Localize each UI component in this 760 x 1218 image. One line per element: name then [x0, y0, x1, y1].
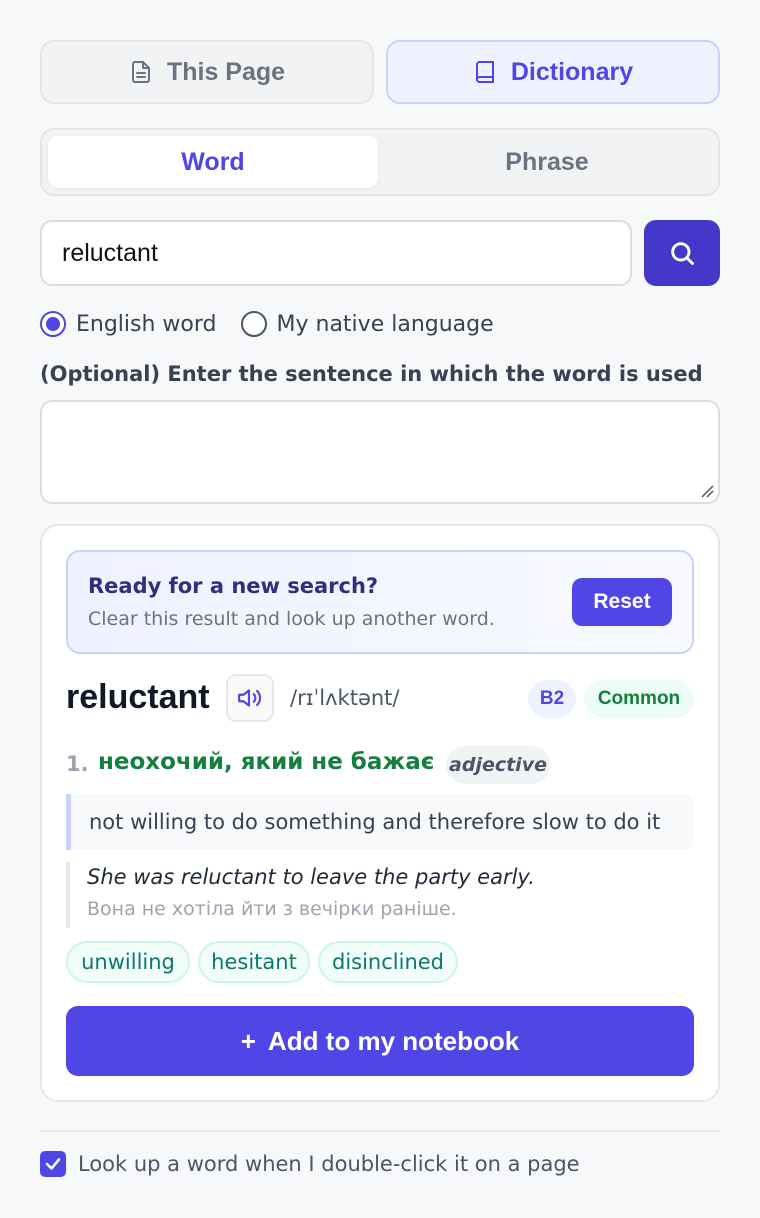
- segment-word[interactable]: Word: [48, 136, 378, 188]
- radio-english-word-indicator[interactable]: [40, 311, 66, 337]
- synonym-chip[interactable]: unwilling: [66, 941, 190, 983]
- tab-this-page-label: This Page: [166, 57, 286, 86]
- word-phrase-toggle: Word Phrase: [40, 128, 720, 196]
- tab-dictionary[interactable]: Dictionary: [386, 40, 720, 104]
- radio-english-word-label: English word: [76, 311, 217, 337]
- speaker-icon: [238, 689, 262, 707]
- radio-native-language-indicator[interactable]: [240, 311, 267, 337]
- synonym-chip[interactable]: disinclined: [318, 941, 458, 983]
- example-translation: Вона не хотіла йти з вечірки раніше.: [87, 898, 457, 920]
- search-input[interactable]: [40, 220, 632, 286]
- part-of-speech-badge: adjective: [446, 746, 550, 784]
- sentence-textarea[interactable]: [40, 400, 720, 504]
- tab-this-page[interactable]: This Page: [40, 40, 374, 104]
- reset-button[interactable]: Reset: [572, 578, 672, 626]
- example-block: She was reluctant to leave the party ear…: [66, 862, 694, 928]
- synonym-chip[interactable]: hesitant: [198, 941, 310, 983]
- definition-text: not willing to do something and therefor…: [89, 810, 661, 834]
- tab-dictionary-label: Dictionary: [510, 57, 634, 86]
- headword: reluctant: [66, 678, 210, 716]
- search-icon: [671, 242, 694, 265]
- book-icon: [475, 61, 494, 83]
- radio-native-language-label: My native language: [276, 311, 494, 337]
- resize-grip-icon[interactable]: [700, 484, 714, 498]
- definition: not willing to do something and therefor…: [66, 794, 694, 850]
- plus-icon: +: [240, 1025, 256, 1056]
- language-radio-group: English word My native language: [40, 308, 518, 340]
- checkmark-icon: [45, 1158, 61, 1170]
- sense-translation: неохочий, який не бажає: [98, 749, 435, 775]
- segment-phrase[interactable]: Phrase: [382, 136, 712, 188]
- banner-subtitle: Clear this result and look up another wo…: [88, 608, 495, 630]
- frequency-badge: Common: [584, 680, 694, 718]
- add-to-notebook-label: Add to my notebook: [267, 1025, 520, 1056]
- radio-english-word[interactable]: English word: [40, 311, 217, 337]
- radio-native-language[interactable]: My native language: [240, 311, 494, 337]
- search-button[interactable]: [644, 220, 720, 286]
- double-click-checkbox[interactable]: [40, 1151, 66, 1177]
- sense-number: 1.: [66, 752, 89, 776]
- example-sentence: She was reluctant to leave the party ear…: [87, 865, 535, 889]
- document-icon: [131, 61, 150, 83]
- sentence-label: (Optional) Enter the sentence in which t…: [40, 362, 703, 386]
- level-badge: B2: [528, 680, 576, 718]
- pronunciation-button[interactable]: [226, 674, 274, 722]
- ipa-transcription: /rɪˈlʌktənt/: [290, 686, 400, 710]
- divider: [40, 1130, 720, 1132]
- double-click-label[interactable]: Look up a word when I double-click it on…: [78, 1151, 580, 1177]
- banner-title: Ready for a new search?: [88, 574, 379, 598]
- add-to-notebook-button[interactable]: + Add to my notebook: [66, 1006, 694, 1076]
